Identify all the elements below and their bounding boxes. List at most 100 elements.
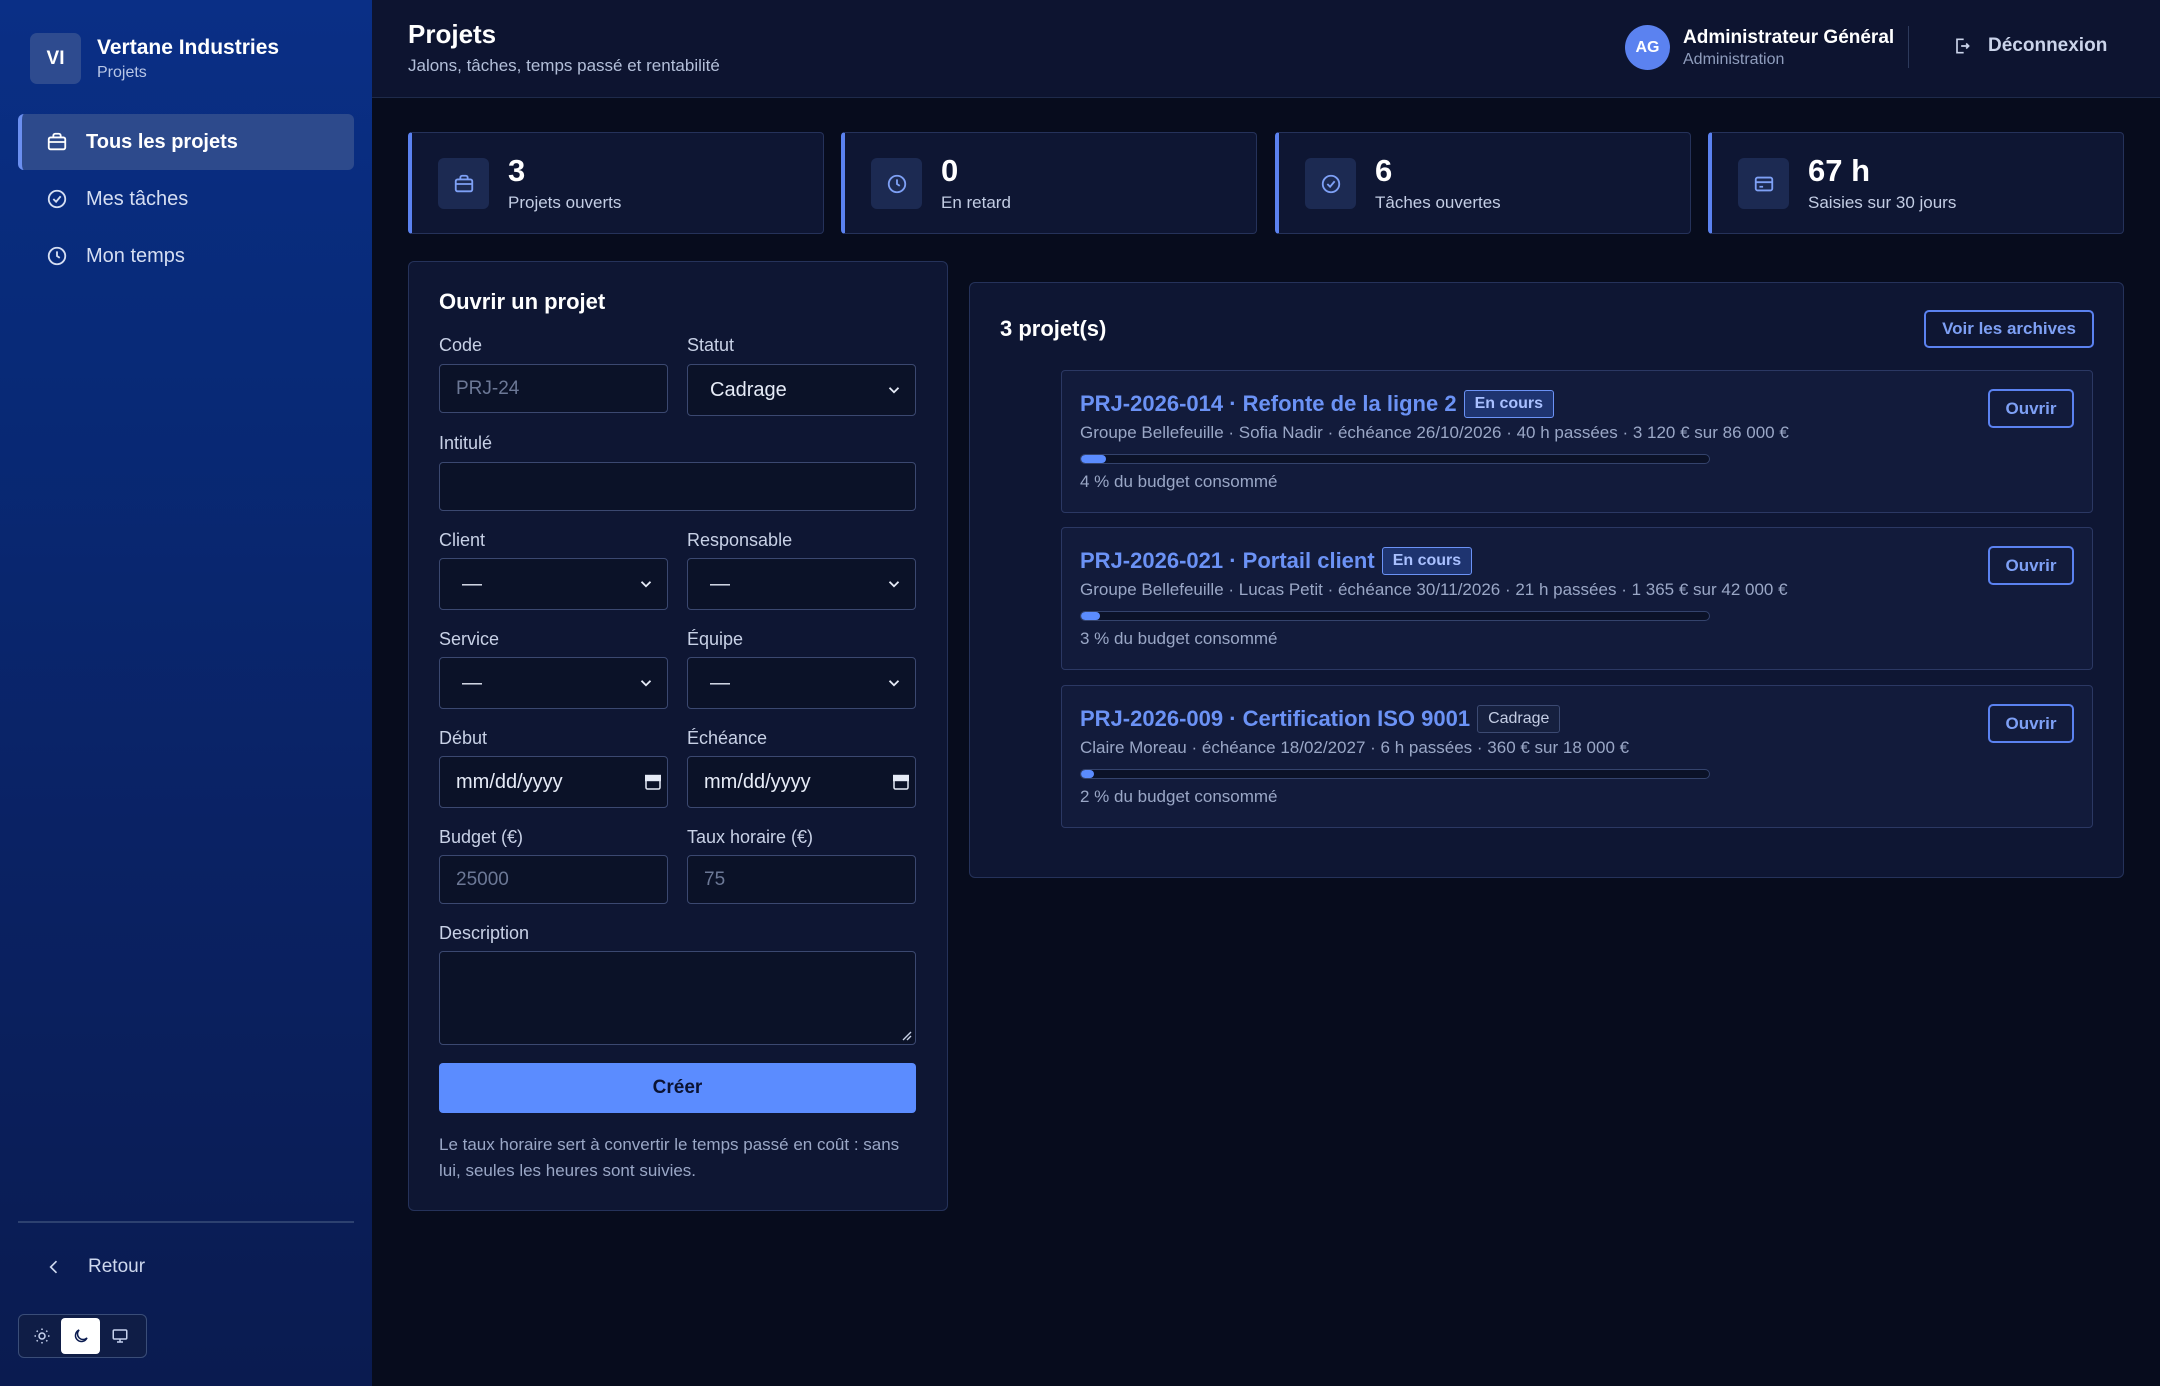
back-link[interactable]: Retour <box>44 1256 145 1278</box>
view-archives-button[interactable]: Voir les archives <box>1924 310 2094 348</box>
briefcase-icon <box>47 132 67 151</box>
logout-icon <box>1956 38 1970 54</box>
avatar: AG <box>1625 25 1670 70</box>
status-select[interactable]: Cadrage <box>687 364 916 416</box>
stat-value: 67 h <box>1808 153 1871 188</box>
open-project-button[interactable]: Ouvrir <box>1988 704 2074 743</box>
service-value: — <box>462 671 482 694</box>
code-label: Code <box>439 335 483 355</box>
theme-light-button[interactable] <box>22 1318 61 1354</box>
chevron-left-icon <box>49 1260 58 1274</box>
theme-switcher <box>18 1314 147 1358</box>
description-textarea[interactable] <box>439 951 916 1045</box>
service-select[interactable]: — <box>439 657 668 709</box>
client-label: Client <box>439 530 486 550</box>
project-title[interactable]: PRJ-2026-014 · Refonte de la ligne 2 <box>1080 391 1457 417</box>
sidebar-nav: Tous les projets Mes tâches Mon temps <box>18 114 354 285</box>
back-label: Retour <box>88 1256 146 1277</box>
sidebar-item-label: Mon temps <box>86 244 185 267</box>
project-meta: Groupe Bellefeuille · Lucas Petit · éché… <box>1080 580 1788 599</box>
sidebar-item-my-tasks[interactable]: Mes tâches <box>18 171 354 227</box>
open-project-button[interactable]: Ouvrir <box>1988 389 2074 428</box>
resize-grip-icon[interactable] <box>900 1029 912 1041</box>
projects-count: 3 projet(s) <box>1000 316 1107 341</box>
stat-card-open-tasks: 6 Tâches ouvertes <box>1275 132 1691 234</box>
brand-subtitle: Projets <box>97 63 147 81</box>
project-budget-text: 4 % du budget consommé <box>1080 472 1278 491</box>
project-budget-text: 3 % du budget consommé <box>1080 629 1278 648</box>
client-select[interactable]: — <box>439 558 668 610</box>
check-circle-icon <box>1321 174 1340 193</box>
due-label: Échéance <box>687 728 768 748</box>
header-divider <box>1908 26 1909 68</box>
briefcase-icon <box>454 174 473 192</box>
stat-value: 6 <box>1375 153 1393 188</box>
sidebar-item-label: Mes tâches <box>86 187 189 210</box>
sidebar-item-my-time[interactable]: Mon temps <box>18 228 354 284</box>
project-title[interactable]: PRJ-2026-021 · Portail client <box>1080 548 1375 574</box>
project-budget-text: 2 % du budget consommé <box>1080 787 1278 806</box>
open-project-button[interactable]: Ouvrir <box>1988 546 2074 585</box>
chevron-down-icon <box>640 680 652 687</box>
moon-icon <box>74 1329 88 1343</box>
monitor-icon <box>112 1329 127 1343</box>
manager-label: Responsable <box>687 530 793 550</box>
projects-panel: 3 projet(s) Voir les archives PRJ-2026-0… <box>969 282 2124 878</box>
create-button[interactable]: Créer <box>439 1063 916 1113</box>
stat-card-time-entries: 67 h Saisies sur 30 jours <box>1708 132 2124 234</box>
brand-logo: VI <box>30 33 81 84</box>
team-value: — <box>710 671 730 694</box>
rate-input[interactable]: 75 <box>687 855 916 904</box>
chevron-down-icon <box>888 581 900 588</box>
team-select[interactable]: — <box>687 657 916 709</box>
sidebar: VI Vertane Industries Projets Tous les p… <box>0 0 372 1386</box>
stat-label: Saisies sur 30 jours <box>1808 193 1957 212</box>
budget-progress-bar <box>1080 611 1710 621</box>
budget-input[interactable]: 25000 <box>439 855 668 904</box>
theme-dark-button[interactable] <box>61 1318 100 1354</box>
new-project-form: Ouvrir un projet Code PRJ-24 Statut Cadr… <box>408 261 948 1211</box>
status-value: Cadrage <box>710 378 787 401</box>
page-title: Projets <box>408 19 497 49</box>
brand[interactable]: VI Vertane Industries Projets <box>30 33 279 84</box>
manager-select[interactable]: — <box>687 558 916 610</box>
project-title[interactable]: PRJ-2026-009 · Certification ISO 9001 <box>1080 706 1470 732</box>
start-date-input[interactable]: mm/dd/yyyy <box>439 756 668 808</box>
stat-card-late: 0 En retard <box>841 132 1257 234</box>
sidebar-item-all-projects[interactable]: Tous les projets <box>18 114 354 170</box>
status-badge: En cours <box>1381 547 1473 575</box>
sun-icon <box>34 1328 49 1344</box>
page-subtitle: Jalons, tâches, temps passé et rentabili… <box>408 56 720 75</box>
client-value: — <box>462 572 482 595</box>
status-badge: Cadrage <box>1477 705 1561 733</box>
budget-label: Budget (€) <box>439 827 524 847</box>
brand-name: Vertane Industries <box>97 35 280 59</box>
logout-button[interactable]: Déconnexion <box>1952 35 2107 57</box>
service-label: Service <box>439 629 500 649</box>
logout-label: Déconnexion <box>1988 35 2108 56</box>
user-menu[interactable]: AG Administrateur Général Administration <box>1625 25 1894 70</box>
title-label: Intitulé <box>439 433 493 453</box>
theme-system-button[interactable] <box>100 1318 139 1354</box>
status-badge: En cours <box>1463 390 1555 418</box>
clock-icon <box>887 174 906 193</box>
due-date-input[interactable]: mm/dd/yyyy <box>687 756 916 808</box>
card-icon <box>1754 176 1773 191</box>
due-date-placeholder: mm/dd/yyyy <box>704 770 811 793</box>
status-label: Statut <box>687 335 735 355</box>
start-label: Début <box>439 728 488 748</box>
budget-progress-bar <box>1080 769 1710 779</box>
budget-progress-fill <box>1081 455 1107 463</box>
user-role: Administration <box>1683 50 1785 68</box>
code-input[interactable]: PRJ-24 <box>439 364 668 413</box>
sidebar-item-label: Tous les projets <box>86 130 238 153</box>
stat-value: 0 <box>941 153 959 188</box>
project-meta: Groupe Bellefeuille · Sofia Nadir · éché… <box>1080 423 1789 442</box>
clock-icon <box>47 246 67 266</box>
stat-value: 3 <box>508 153 526 188</box>
calendar-icon <box>645 774 661 790</box>
title-input[interactable] <box>439 462 916 511</box>
project-card: PRJ-2026-021 · Portail client En cours G… <box>1061 527 2093 670</box>
budget-progress-bar <box>1080 454 1710 464</box>
top-header: Projets Jalons, tâches, temps passé et r… <box>372 0 2160 98</box>
